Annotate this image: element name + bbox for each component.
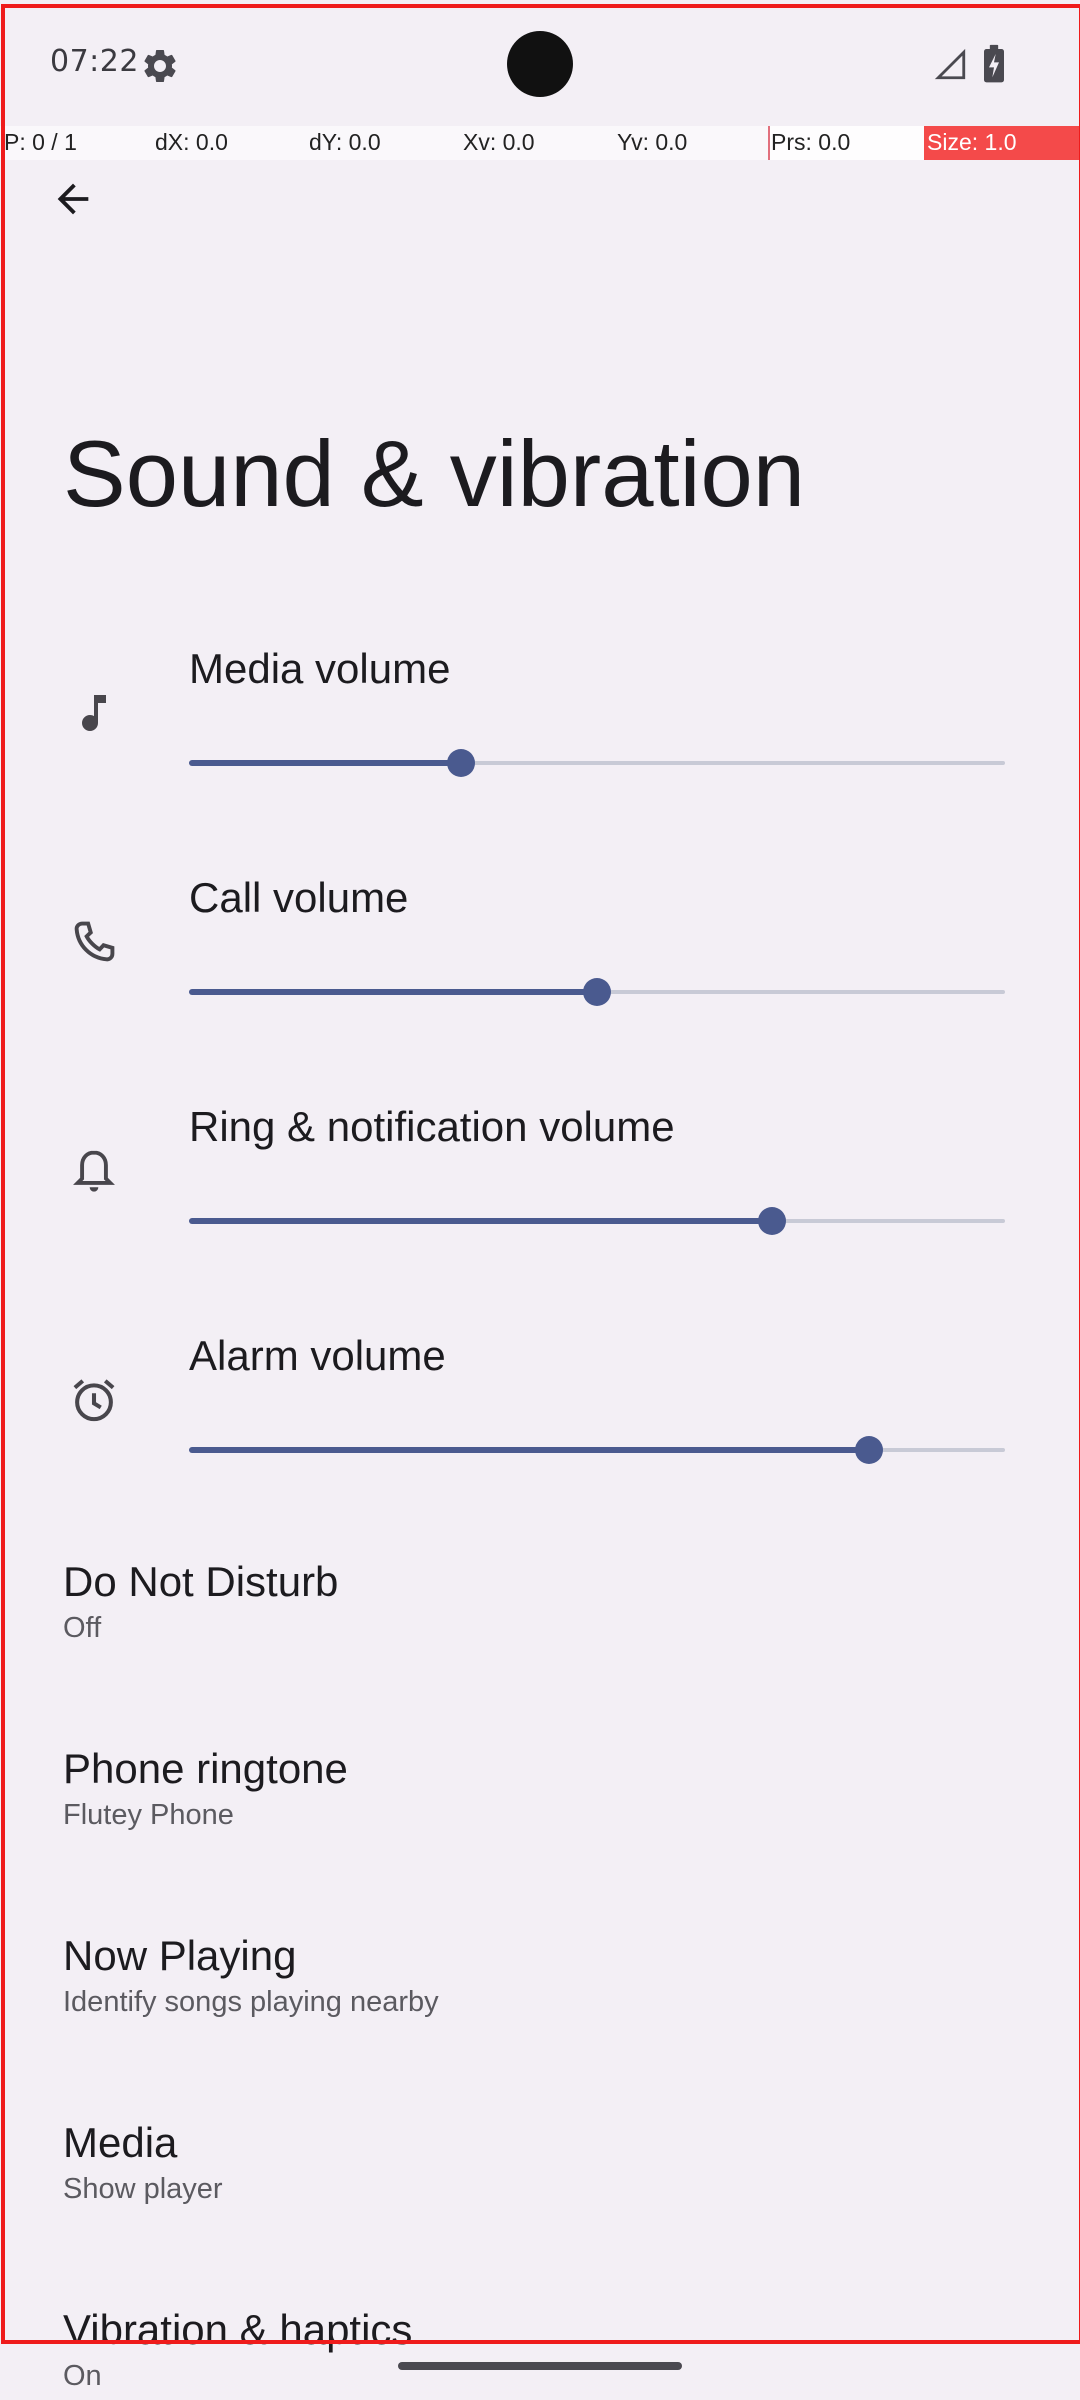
media-item[interactable]: Media Show player [63,2119,223,2206]
call-volume-slider[interactable] [189,972,1005,1012]
status-time: 07:22 [50,44,139,79]
alarm-volume-label: Alarm volume [189,1332,446,1379]
do-not-disturb-title: Do Not Disturb [63,1558,339,1605]
do-not-disturb-item[interactable]: Do Not Disturb Off [63,1558,338,1645]
gesture-nav-handle[interactable] [398,2362,682,2370]
phone-ringtone-title: Phone ringtone [63,1745,348,1792]
phone-ringtone-value: Flutey Phone [63,1799,234,1831]
alarm-volume-thumb[interactable] [854,1436,883,1464]
ring-volume-thumb[interactable] [757,1207,786,1235]
media-volume-slider[interactable] [189,743,1005,783]
vibration-haptics-status: On [63,2360,102,2392]
alarm-clock-icon [64,1370,124,1430]
gear-icon [144,49,176,82]
call-volume-label: Call volume [189,874,409,921]
pointer-dy: dY: 0.0 [309,129,381,155]
vibration-haptics-title: Vibration & haptics [63,2306,413,2353]
signal-icon [934,48,966,80]
music-note-icon [64,683,124,743]
back-button[interactable] [40,166,106,232]
phone-icon [64,912,124,972]
pointer-location-overlay: P: 0 / 1 dX: 0.0 dY: 0.0 Xv: 0.0 Yv: 0.0… [0,126,1080,160]
battery-charging-icon [984,44,1004,83]
phone-ringtone-item[interactable]: Phone ringtone Flutey Phone [63,1745,348,1832]
call-volume-thumb[interactable] [583,978,611,1006]
pointer-xv: Xv: 0.0 [463,129,535,155]
pointer-size: Size: 1.0 [927,129,1017,155]
do-not-disturb-status: Off [63,1612,102,1644]
ring-volume-label: Ring & notification volume [189,1103,675,1150]
now-playing-title: Now Playing [63,1932,297,1979]
camera-cutout [507,31,573,97]
vibration-haptics-item[interactable]: Vibration & haptics On [63,2306,412,2393]
pointer-count: P: 0 / 1 [4,129,77,155]
pointer-prs: Prs: 0.0 [771,129,851,155]
bell-icon [64,1141,124,1201]
media-volume-label: Media volume [189,645,451,692]
now-playing-item[interactable]: Now Playing Identify songs playing nearb… [63,1932,439,2019]
media-title: Media [63,2119,178,2166]
call-volume-row: Call volume [0,832,1080,1061]
back-arrow-icon [57,183,89,215]
page-title: Sound & vibration [63,421,806,526]
alarm-volume-row: Alarm volume [0,1290,1080,1519]
pointer-dx: dX: 0.0 [155,129,228,155]
ring-volume-slider[interactable] [189,1201,1005,1241]
media-volume-row: Media volume [0,603,1080,832]
media-volume-thumb[interactable] [446,749,475,777]
ring-volume-row: Ring & notification volume [0,1061,1080,1290]
alarm-volume-slider[interactable] [189,1430,1005,1470]
media-summary: Show player [63,2173,223,2205]
now-playing-summary: Identify songs playing nearby [63,1986,439,2018]
pointer-yv: Yv: 0.0 [617,129,688,155]
